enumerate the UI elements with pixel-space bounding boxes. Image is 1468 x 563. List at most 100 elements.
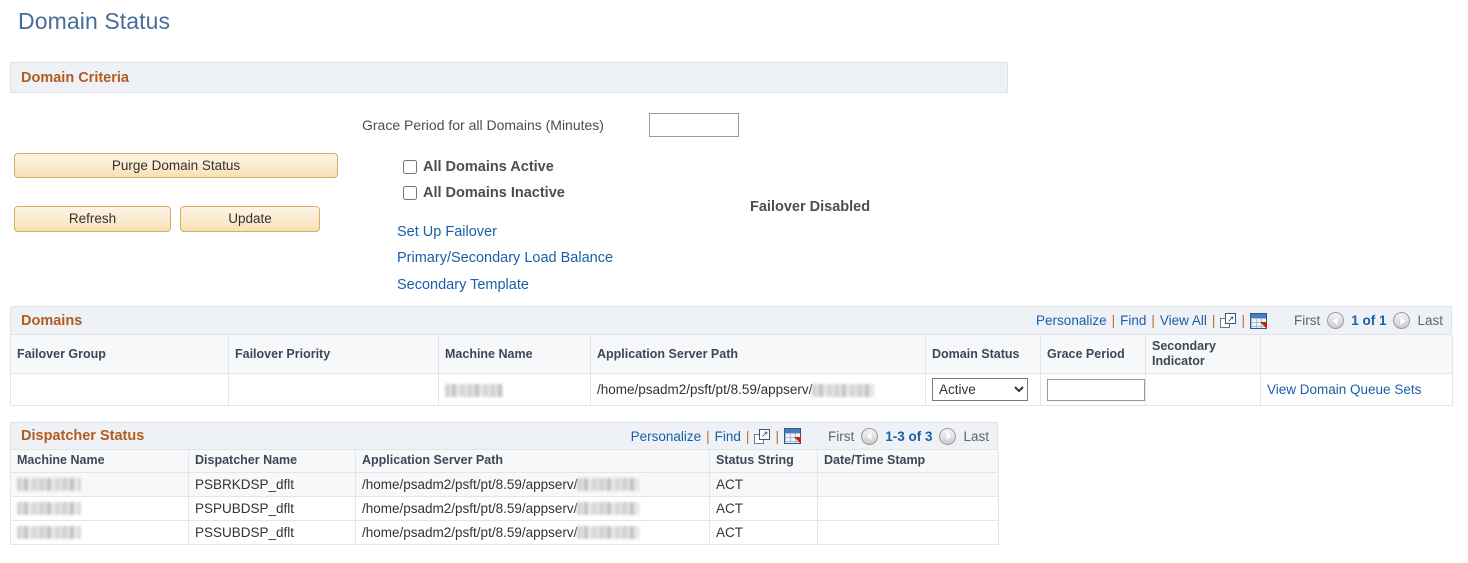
redacted-path-suffix (577, 478, 640, 492)
dispatcher-table: Machine Name Dispatcher Name Application… (10, 450, 999, 545)
cell-dispatcher-name: PSSUBDSP_dflt (188, 519, 356, 545)
dispatcher-last-link[interactable]: Last (963, 429, 989, 444)
download-icon-arrow (793, 437, 801, 444)
cell-failover-group (10, 373, 229, 406)
redacted-machine-name (17, 502, 81, 516)
expand-window-icon[interactable]: ↗ (754, 428, 771, 444)
view-domain-queue-sets-link[interactable]: View Domain Queue Sets (1267, 382, 1421, 397)
cell-machine-name (10, 495, 189, 521)
domains-last-link[interactable]: Last (1417, 313, 1443, 328)
domains-grid-titlebar: Domains Personalize | Find | View All | … (10, 306, 1452, 335)
table-row: /home/psadm2/psft/pt/8.59/appserv/ Activ… (10, 373, 1453, 406)
domains-first-link[interactable]: First (1294, 313, 1320, 328)
domains-view-all-link[interactable]: View All (1160, 313, 1207, 328)
app-server-path-text: /home/psadm2/psft/pt/8.59/appserv/ (597, 382, 813, 397)
dispatcher-pager: First 1-3 of 3 Last (828, 427, 989, 445)
download-icon-arrow (1259, 321, 1267, 329)
cell-secondary-indicator (1145, 373, 1261, 406)
refresh-button[interactable]: Refresh (14, 206, 171, 232)
all-domains-inactive-checkbox[interactable] (403, 186, 417, 200)
nav-separator: | (775, 428, 779, 444)
all-domains-active-label: All Domains Active (423, 159, 554, 175)
cell-dispatcher-name: PSPUBDSP_dflt (188, 495, 356, 521)
dispatcher-find-link[interactable]: Find (715, 429, 741, 444)
dispatcher-grid-titlebar: Dispatcher Status Personalize | Find | ↗… (10, 422, 998, 450)
cell-machine-name (438, 373, 591, 406)
cell-status-string: ACT (709, 519, 818, 545)
column-header-machine-name: Machine Name (10, 450, 189, 473)
expand-icon-arrow: ↗ (760, 429, 769, 439)
dispatcher-status-grid: Dispatcher Status Personalize | Find | ↗… (10, 422, 999, 545)
grace-period-input[interactable] (649, 113, 739, 137)
grid-download-icon[interactable] (1249, 312, 1267, 329)
domains-row-count: 1 of 1 (1351, 313, 1387, 328)
all-domains-inactive-label: All Domains Inactive (423, 185, 565, 201)
column-header-secondary-indicator: Secondary Indicator (1145, 335, 1261, 374)
expand-icon-arrow: ↗ (1226, 313, 1235, 324)
redacted-machine-name (445, 383, 503, 397)
set-up-failover-link[interactable]: Set Up Failover (397, 224, 497, 240)
domains-table: Failover Group Failover Priority Machine… (10, 335, 1453, 406)
cell-machine-name (10, 471, 189, 497)
domains-header-row: Failover Group Failover Priority Machine… (10, 335, 1453, 374)
redacted-machine-name (17, 478, 81, 492)
cell-application-server-path: /home/psadm2/psft/pt/8.59/appserv/ (590, 373, 926, 406)
domains-find-link[interactable]: Find (1120, 313, 1146, 328)
dispatcher-next-page-icon[interactable] (939, 427, 957, 445)
cell-status-string: ACT (709, 495, 818, 521)
domain-criteria-header: Domain Criteria (10, 62, 1008, 93)
cell-dispatcher-name: PSBRKDSP_dflt (188, 471, 356, 497)
expand-window-icon[interactable]: ↗ (1220, 313, 1237, 328)
cell-date-time-stamp (817, 519, 999, 545)
all-domains-inactive-row[interactable]: All Domains Inactive (403, 185, 565, 201)
cell-domain-status[interactable]: Active (925, 373, 1041, 406)
column-header-failover-priority: Failover Priority (228, 335, 439, 374)
domains-previous-page-icon[interactable] (1327, 312, 1345, 329)
grace-period-label: Grace Period for all Domains (Minutes) (362, 117, 604, 133)
domains-grid: Domains Personalize | Find | View All | … (10, 306, 1453, 406)
dispatcher-personalize-link[interactable]: Personalize (631, 429, 702, 444)
dispatcher-grid-title: Dispatcher Status (21, 428, 145, 444)
column-header-domain-status: Domain Status (925, 335, 1041, 374)
domain-criteria-title: Domain Criteria (21, 69, 129, 86)
nav-separator: | (745, 428, 750, 444)
dispatcher-row-count: 1-3 of 3 (885, 428, 933, 444)
cell-actions: View Domain Queue Sets (1260, 373, 1453, 406)
domains-pager: First 1 of 1 Last (1294, 312, 1443, 329)
table-row: PSSUBDSP_dflt /home/psadm2/psft/pt/8.59/… (10, 519, 999, 545)
nav-separator: | (1111, 313, 1116, 328)
nav-separator: | (1151, 313, 1155, 328)
cell-grace-period[interactable] (1040, 373, 1146, 406)
column-header-dispatcher-name: Dispatcher Name (188, 450, 356, 473)
primary-secondary-load-balance-link[interactable]: Primary/Secondary Load Balance (397, 250, 613, 266)
column-header-failover-group: Failover Group (10, 335, 229, 374)
dispatcher-first-link[interactable]: First (828, 429, 854, 444)
domains-grid-title: Domains (21, 312, 83, 329)
domain-status-select[interactable]: Active (932, 378, 1028, 401)
app-server-path-text: /home/psadm2/psft/pt/8.59/appserv/ (362, 476, 578, 492)
dispatcher-previous-page-icon[interactable] (861, 427, 879, 445)
update-button[interactable]: Update (180, 206, 320, 232)
purge-domain-status-button[interactable]: Purge Domain Status (14, 153, 338, 178)
column-header-grace-period: Grace Period (1040, 335, 1146, 374)
redacted-path-suffix (812, 383, 875, 397)
redacted-machine-name (17, 526, 81, 540)
column-header-application-server-path: Application Server Path (355, 450, 710, 473)
redacted-path-suffix (577, 502, 640, 516)
failover-status-text: Failover Disabled (750, 199, 871, 215)
all-domains-active-row[interactable]: All Domains Active (403, 159, 554, 175)
cell-failover-priority (228, 373, 439, 406)
cell-application-server-path: /home/psadm2/psft/pt/8.59/appserv/ (355, 519, 710, 545)
row-grace-period-input[interactable] (1047, 378, 1145, 401)
dispatcher-header-row: Machine Name Dispatcher Name Application… (10, 450, 999, 473)
column-header-status-string: Status String (709, 450, 818, 473)
all-domains-active-checkbox[interactable] (403, 160, 417, 174)
table-row: PSPUBDSP_dflt /home/psadm2/psft/pt/8.59/… (10, 495, 999, 521)
grid-download-icon[interactable] (783, 428, 801, 444)
secondary-template-link[interactable]: Secondary Template (397, 277, 529, 293)
cell-machine-name (10, 519, 189, 545)
dispatcher-grid-nav: Personalize | Find | ↗ | First 1-3 of 3 … (631, 427, 989, 445)
domains-next-page-icon[interactable] (1393, 312, 1411, 329)
domains-personalize-link[interactable]: Personalize (1036, 313, 1107, 328)
redacted-path-suffix (577, 526, 640, 540)
